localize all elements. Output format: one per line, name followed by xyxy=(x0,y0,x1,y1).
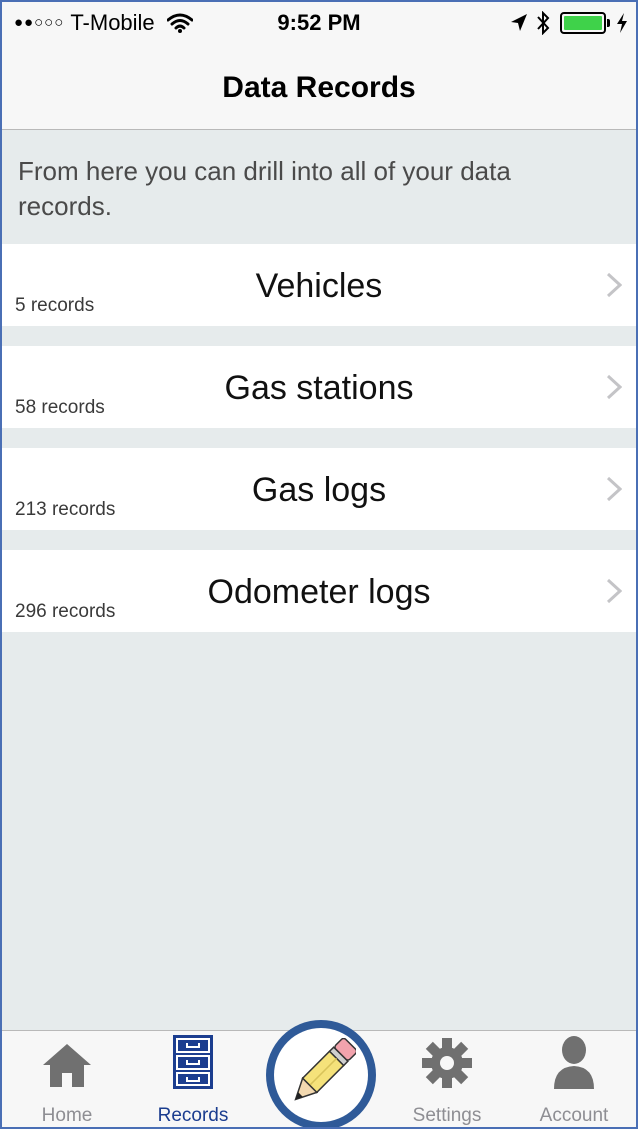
chevron-right-icon xyxy=(606,374,622,400)
status-bar: ●●○○○ T-Mobile 9:52 PM xyxy=(2,2,636,44)
new-entry-button[interactable] xyxy=(266,1020,376,1127)
tab-label: Records xyxy=(157,1105,229,1126)
row-vehicles[interactable]: Vehicles 5 records xyxy=(2,244,636,326)
person-icon xyxy=(554,1036,594,1089)
tab-label: Settings xyxy=(412,1105,482,1126)
gear-icon xyxy=(422,1038,472,1088)
filing-cabinet-icon xyxy=(173,1035,213,1089)
tab-home[interactable]: Home xyxy=(12,1041,122,1127)
location-arrow-icon xyxy=(511,14,527,31)
row-record-count: 5 records xyxy=(15,295,95,316)
tab-account[interactable]: Account xyxy=(519,1036,629,1127)
chevron-right-icon xyxy=(606,272,622,298)
page-title: Data Records xyxy=(222,71,416,104)
status-right xyxy=(502,10,628,36)
charging-bolt-icon xyxy=(617,13,627,33)
chevron-right-icon xyxy=(606,476,622,502)
pencil-icon xyxy=(294,1038,356,1101)
tab-label: Account xyxy=(539,1105,609,1126)
top-bar: ●●○○○ T-Mobile 9:52 PM Data Records xyxy=(2,2,636,130)
tab-settings[interactable]: Settings xyxy=(392,1038,502,1127)
row-gas-stations[interactable]: Gas stations 58 records xyxy=(2,346,636,428)
intro-text: From here you can drill into all of your… xyxy=(18,156,511,221)
home-icon xyxy=(43,1044,91,1087)
chevron-right-icon xyxy=(606,578,622,604)
row-title: Vehicles xyxy=(255,267,383,305)
tab-records[interactable]: Records xyxy=(138,1035,248,1127)
row-record-count: 296 records xyxy=(15,601,116,622)
tab-label: Home xyxy=(41,1105,93,1126)
bluetooth-icon xyxy=(537,11,550,35)
row-record-count: 58 records xyxy=(15,397,105,418)
app-frame: ●●○○○ T-Mobile 9:52 PM Data Records From… xyxy=(0,0,638,1129)
row-gas-logs[interactable]: Gas logs 213 records xyxy=(2,448,636,530)
row-record-count: 213 records xyxy=(15,499,116,520)
battery-icon xyxy=(560,12,610,34)
row-odometer-logs[interactable]: Odometer logs 296 records xyxy=(2,550,636,632)
